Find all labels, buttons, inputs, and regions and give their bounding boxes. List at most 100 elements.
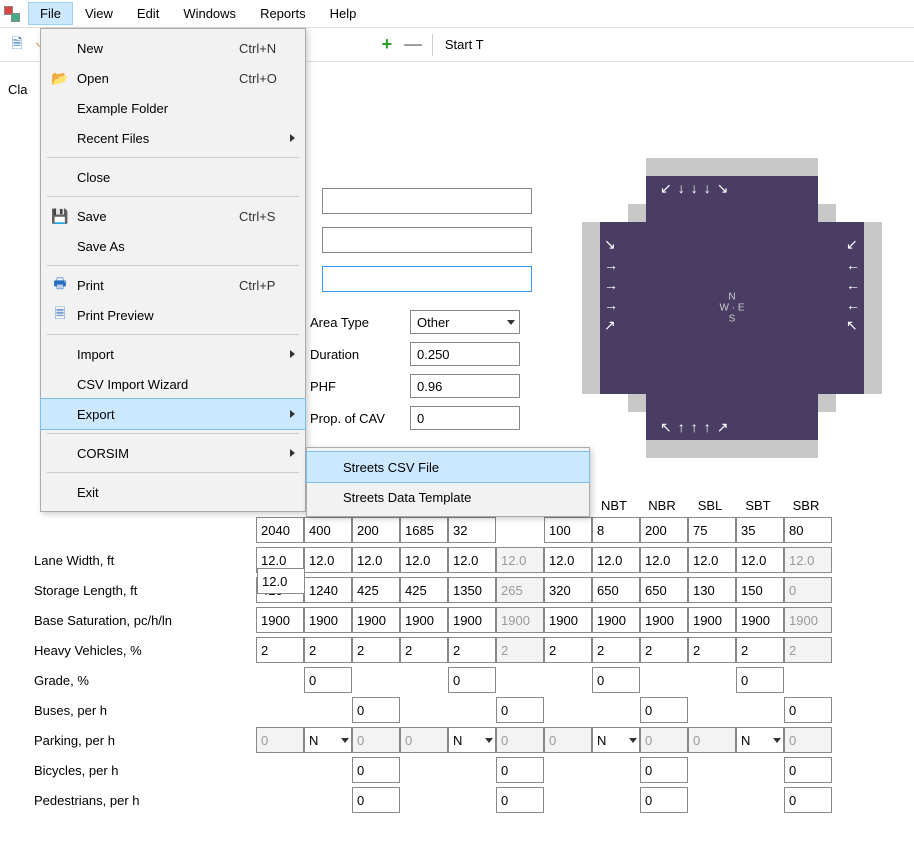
text-field-3[interactable] (322, 266, 532, 292)
menu-corsim[interactable]: CORSIM (41, 438, 305, 468)
data-cell[interactable] (448, 577, 496, 603)
menu-recent-files[interactable]: Recent Files (41, 123, 305, 153)
start-button[interactable]: Start T (445, 37, 484, 52)
data-cell[interactable] (352, 517, 400, 543)
data-cell[interactable] (496, 757, 544, 783)
data-cell[interactable] (784, 517, 832, 543)
data-cell[interactable] (688, 547, 736, 573)
parking-direction-combo[interactable]: N (736, 727, 784, 753)
phf-input[interactable] (410, 374, 520, 398)
add-intersection-button[interactable]: + (376, 34, 398, 56)
data-cell[interactable] (304, 547, 352, 573)
data-cell[interactable] (256, 637, 304, 663)
data-cell[interactable] (304, 667, 352, 693)
submenu-streets-csv[interactable]: Streets CSV File (306, 451, 590, 483)
data-cell[interactable] (448, 667, 496, 693)
data-cell[interactable] (352, 757, 400, 783)
menu-close[interactable]: Close (41, 162, 305, 192)
prop-cav-input[interactable] (410, 406, 520, 430)
data-cell[interactable] (688, 607, 736, 633)
data-cell[interactable] (400, 577, 448, 603)
data-cell[interactable] (640, 757, 688, 783)
parking-direction-combo[interactable]: N (448, 727, 496, 753)
data-cell[interactable] (640, 547, 688, 573)
data-cell[interactable] (736, 577, 784, 603)
data-cell[interactable] (640, 637, 688, 663)
menu-save[interactable]: 💾 Save Ctrl+S (41, 201, 305, 231)
data-cell[interactable] (448, 637, 496, 663)
menu-import[interactable]: Import (41, 339, 305, 369)
menu-new[interactable]: New Ctrl+N (41, 33, 305, 63)
menu-view[interactable]: View (73, 2, 125, 25)
data-cell[interactable] (544, 517, 592, 543)
data-cell[interactable] (640, 517, 688, 543)
data-cell[interactable] (736, 547, 784, 573)
menu-save-as[interactable]: Save As (41, 231, 305, 261)
menu-edit[interactable]: Edit (125, 2, 171, 25)
data-cell[interactable] (304, 577, 352, 603)
duration-input[interactable] (410, 342, 520, 366)
data-cell[interactable] (352, 607, 400, 633)
menu-example-folder[interactable]: Example Folder (41, 93, 305, 123)
data-cell[interactable] (400, 607, 448, 633)
menu-export[interactable]: Export (40, 398, 306, 430)
data-cell[interactable] (544, 607, 592, 633)
data-cell[interactable] (304, 637, 352, 663)
menu-help[interactable]: Help (318, 2, 369, 25)
data-cell[interactable] (688, 577, 736, 603)
menu-print-preview[interactable]: 🗏 Print Preview (41, 300, 305, 330)
new-file-icon[interactable]: 🗎 (6, 34, 28, 56)
data-cell[interactable] (784, 757, 832, 783)
area-type-combo[interactable]: Other (410, 310, 520, 334)
data-cell[interactable] (640, 697, 688, 723)
menu-print[interactable]: 🖶 Print Ctrl+P (41, 270, 305, 300)
data-cell[interactable] (784, 787, 832, 813)
data-cell[interactable] (736, 517, 784, 543)
data-cell[interactable] (592, 667, 640, 693)
menu-windows[interactable]: Windows (171, 2, 248, 25)
data-cell[interactable] (736, 607, 784, 633)
data-cell[interactable] (448, 607, 496, 633)
submenu-streets-template[interactable]: Streets Data Template (307, 482, 589, 512)
remove-intersection-button[interactable]: — (402, 34, 424, 56)
data-cell[interactable] (640, 607, 688, 633)
data-cell[interactable] (640, 787, 688, 813)
data-cell[interactable] (688, 517, 736, 543)
data-cell[interactable] (544, 577, 592, 603)
data-cell[interactable] (352, 547, 400, 573)
data-cell[interactable] (688, 637, 736, 663)
data-cell[interactable] (400, 547, 448, 573)
data-cell[interactable] (544, 637, 592, 663)
menu-exit[interactable]: Exit (41, 477, 305, 507)
data-cell[interactable] (400, 517, 448, 543)
data-cell[interactable] (736, 637, 784, 663)
menu-csv-import-wizard[interactable]: CSV Import Wizard (41, 369, 305, 399)
data-cell[interactable] (352, 697, 400, 723)
data-cell[interactable] (592, 547, 640, 573)
data-cell[interactable] (352, 787, 400, 813)
data-cell[interactable] (592, 577, 640, 603)
parking-direction-combo[interactable]: N (592, 727, 640, 753)
data-cell[interactable] (448, 517, 496, 543)
data-cell[interactable] (736, 667, 784, 693)
data-cell[interactable] (448, 547, 496, 573)
parking-direction-combo[interactable]: N (304, 727, 352, 753)
menu-reports[interactable]: Reports (248, 2, 318, 25)
data-cell[interactable] (592, 607, 640, 633)
text-field-1[interactable] (322, 188, 532, 214)
data-cell[interactable] (304, 607, 352, 633)
data-cell[interactable] (304, 517, 352, 543)
data-cell[interactable] (400, 637, 448, 663)
data-cell[interactable] (256, 517, 304, 543)
data-cell[interactable] (592, 517, 640, 543)
menu-file[interactable]: File (28, 2, 73, 25)
data-cell[interactable] (496, 787, 544, 813)
text-field-2[interactable] (322, 227, 532, 253)
data-cell[interactable] (352, 637, 400, 663)
data-cell[interactable] (640, 577, 688, 603)
data-cell[interactable] (592, 637, 640, 663)
data-cell[interactable] (256, 607, 304, 633)
data-cell[interactable] (496, 697, 544, 723)
lane-width-precol[interactable] (257, 568, 305, 594)
menu-open[interactable]: 📂 Open Ctrl+O (41, 63, 305, 93)
